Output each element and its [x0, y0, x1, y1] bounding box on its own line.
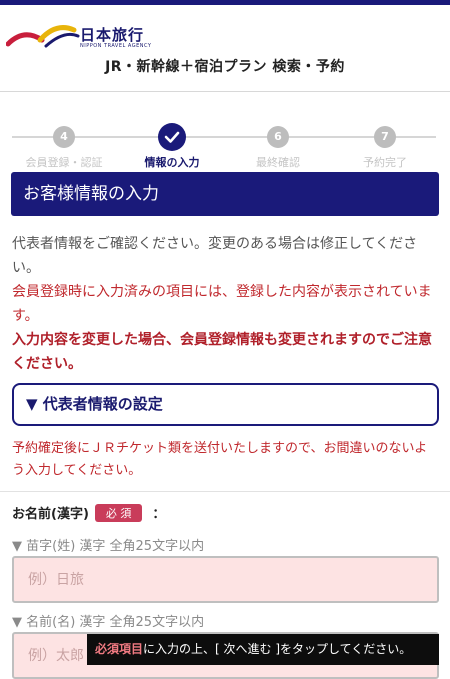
step-label: 情報の入力	[144, 156, 200, 169]
step-number: 6	[267, 126, 289, 148]
step-info-input: 情報の入力	[117, 123, 227, 170]
step-number: 4	[53, 126, 75, 148]
step-final-check: 6 最終確認	[223, 124, 333, 170]
logo-english: NIPPON TRAVEL AGENCY	[80, 43, 152, 49]
progress-steps: 4 会員登録・認証 情報の入力 6 最終確認 7 予約完了	[0, 120, 450, 170]
section-divider	[0, 491, 450, 492]
step-complete: 7 予約完了	[330, 124, 440, 170]
header-divider	[0, 91, 450, 92]
intro-prefill-note: 会員登録時に入力済みの項目には、登録した内容が表示されています。	[12, 284, 432, 324]
intro-instruction: 代表者情報をご確認ください。変更のある場合は修正してください。	[12, 236, 418, 276]
label-colon: ：	[152, 507, 166, 522]
step-member-login: 4 会員登録・認証	[9, 124, 119, 170]
surname-hint: ▼ 苗字(姓) 漢字 全角25文字以内	[12, 539, 205, 554]
intro-warning: 入力内容を変更した場合、会員登録情報も変更されますのでご注意ください。	[12, 332, 432, 372]
required-badge: 必 須	[94, 504, 143, 522]
ticket-delivery-note: 予約確定後にＪＲチケット類を送付いたしますので、お間違いのないよう入力してくださ…	[12, 441, 428, 478]
name-field-label: お名前(漢字) 必 須 ：	[12, 503, 165, 522]
step-label: 会員登録・認証	[25, 156, 103, 169]
representative-settings-toggle[interactable]: ▼ 代表者情報の設定	[12, 383, 439, 426]
top-accent-bar	[0, 0, 450, 5]
intro-text: 代表者情報をご確認ください。変更のある場合は修正してください。 会員登録時に入力…	[12, 232, 440, 376]
toast-highlight: 必須項目	[95, 642, 144, 656]
step-label: 予約完了	[363, 156, 407, 169]
step-number: 7	[374, 126, 396, 148]
logo-wordmark: 日本旅行	[80, 26, 145, 44]
required-fields-toast: 必須項目に入力の上、[ 次へ進む ]をタップしてください。	[87, 634, 439, 665]
section-heading: お客様情報の入力	[11, 172, 439, 216]
name-label-text: お名前(漢字)	[12, 507, 89, 522]
site-title: JR・新幹線＋宿泊プラン 検索・予約	[105, 59, 345, 75]
step-label: 最終確認	[256, 156, 300, 169]
check-icon	[158, 123, 186, 151]
toast-text: に入力の上、[ 次へ進む ]をタップしてください。	[143, 642, 412, 656]
surname-input[interactable]	[12, 556, 439, 603]
given-name-hint: ▼ 名前(名) 漢字 全角25文字以内	[12, 615, 205, 630]
